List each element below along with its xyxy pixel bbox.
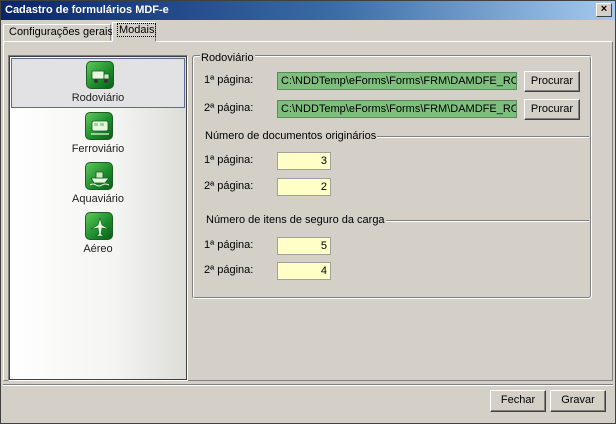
rod-page2-path-field[interactable]: C:\NDDTemp\eForms\Forms\FRM\DAMDFE_ROD bbox=[277, 100, 517, 118]
rod-page1-browse-button[interactable]: Procurar bbox=[524, 71, 580, 92]
save-button[interactable]: Gravar bbox=[550, 390, 606, 412]
doc-page2-label: 2ª página: bbox=[204, 180, 254, 192]
sidebar-item-aereo[interactable]: Aéreo bbox=[11, 210, 185, 260]
sidebar-item-label: Ferroviário bbox=[71, 143, 125, 155]
tab-configuracoes-gerais[interactable]: Configurações gerais bbox=[3, 24, 113, 41]
rodoviario-section-title: Rodoviário bbox=[200, 52, 255, 64]
form-window: Cadastro de formulários MDF-e × Configur… bbox=[0, 0, 616, 424]
close-button[interactable]: Fechar bbox=[490, 390, 546, 412]
seg-page2-count-field[interactable]: 4 bbox=[277, 262, 331, 280]
seg-page2-label: 2ª página: bbox=[204, 264, 254, 276]
seguro-divider bbox=[381, 220, 589, 222]
airplane-icon bbox=[85, 212, 113, 240]
footer-divider bbox=[3, 384, 613, 386]
tab-modais[interactable]: Modais bbox=[112, 22, 157, 42]
modais-tab-panel: Rodoviário Ferroviário Aquaviário Aéreo bbox=[3, 41, 613, 381]
doc-page2-count-field[interactable]: 2 bbox=[277, 178, 331, 196]
seguro-section-title: Número de itens de seguro da carga bbox=[205, 214, 386, 226]
tab-label: Modais bbox=[116, 23, 157, 37]
truck-icon bbox=[86, 61, 114, 89]
modal-settings-panel: Rodoviário 1ª página: C:\NDDTemp\eForms\… bbox=[192, 52, 592, 299]
sidebar-item-aquaviario[interactable]: Aquaviário bbox=[11, 160, 185, 210]
sidebar-item-ferroviario[interactable]: Ferroviário bbox=[11, 110, 185, 160]
sidebar-item-label: Aéreo bbox=[83, 243, 113, 255]
sidebar-item-rodoviario[interactable]: Rodoviário bbox=[11, 58, 185, 108]
rod-page1-path-field[interactable]: C:\NDDTemp\eForms\Forms\FRM\DAMDFE_ROD bbox=[277, 72, 517, 90]
rod-page2-label: 2ª página: bbox=[204, 102, 254, 114]
tab-label: Configurações gerais bbox=[9, 26, 113, 38]
doc-page1-count-field[interactable]: 3 bbox=[277, 152, 331, 170]
train-icon bbox=[85, 112, 113, 140]
rod-page2-browse-button[interactable]: Procurar bbox=[524, 99, 580, 120]
title-bar: Cadastro de formulários MDF-e × bbox=[1, 1, 615, 20]
doc-page1-label: 1ª página: bbox=[204, 154, 254, 166]
ship-icon bbox=[85, 162, 113, 190]
seg-page1-count-field[interactable]: 5 bbox=[277, 237, 331, 255]
documentos-section-title: Número de documentos originários bbox=[204, 130, 378, 142]
documentos-divider bbox=[363, 136, 589, 138]
sidebar-item-label: Rodoviário bbox=[71, 92, 125, 104]
seg-page1-label: 1ª página: bbox=[204, 239, 254, 251]
sidebar-item-label: Aquaviário bbox=[72, 193, 124, 205]
modal-sidebar: Rodoviário Ferroviário Aquaviário Aéreo bbox=[8, 55, 188, 381]
window-title: Cadastro de formulários MDF-e bbox=[5, 4, 169, 16]
rod-page1-label: 1ª página: bbox=[204, 74, 254, 86]
close-window-button[interactable]: × bbox=[596, 3, 612, 17]
